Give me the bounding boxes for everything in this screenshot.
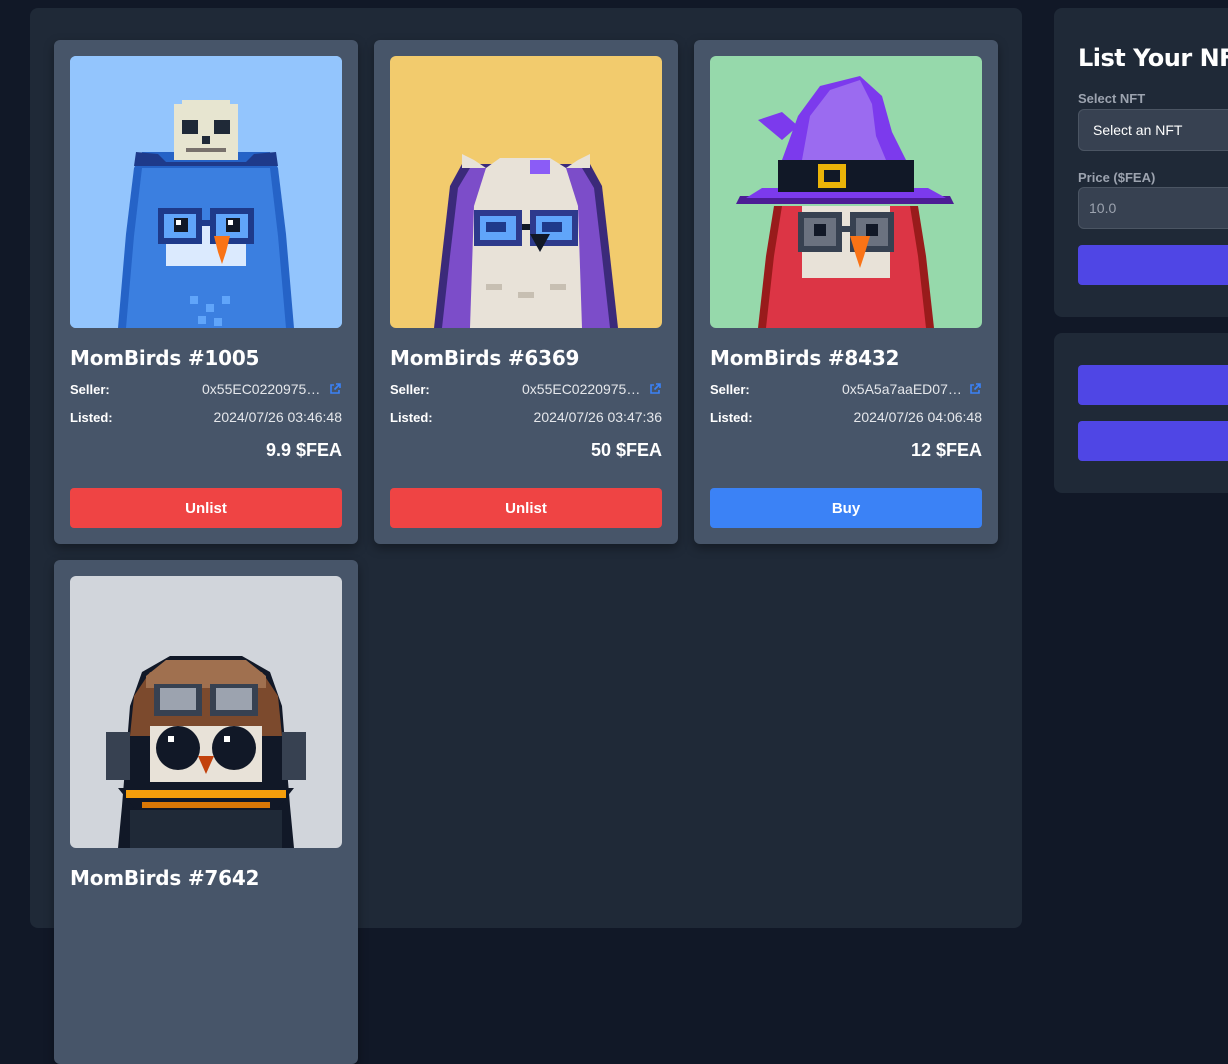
listed-date: 2024/07/26 04:06:48: [853, 409, 982, 425]
seller-label: Seller:: [390, 382, 430, 397]
owl-blue-skull-image: [70, 56, 342, 328]
listed-label: Listed:: [70, 410, 113, 425]
list-nft-button[interactable]: [1078, 245, 1228, 285]
nft-name: MomBirds #7642: [70, 866, 260, 890]
unlist-button[interactable]: Unlist: [70, 488, 342, 528]
seller-address[interactable]: 0x55EC0220975fF...: [202, 381, 342, 397]
nft-price: 50 $FEA: [590, 440, 662, 460]
action-button-2[interactable]: [1078, 421, 1228, 461]
seller-address[interactable]: 0x5A5a7aaED072...: [842, 381, 982, 397]
seller-address-text: 0x55EC0220975fF...: [522, 381, 644, 397]
owl-white-purple-image: [390, 56, 662, 328]
owl-aviator-image: [70, 576, 342, 848]
nft-image[interactable]: [710, 56, 982, 328]
listed-date: 2024/07/26 03:46:48: [213, 409, 342, 425]
nft-image[interactable]: [70, 576, 342, 848]
marketplace-panel: MomBirds #1005 Seller: 0x55EC0220975fF..…: [30, 8, 1022, 1064]
nft-name: MomBirds #8432: [710, 346, 900, 370]
listed-label: Listed:: [390, 410, 433, 425]
actions-panel: [1054, 333, 1228, 493]
seller-address-text: 0x5A5a7aaED072...: [842, 381, 964, 397]
price-label: Price ($FEA): [1078, 170, 1156, 185]
seller-address[interactable]: 0x55EC0220975fF...: [522, 381, 662, 397]
external-link-icon[interactable]: [648, 382, 662, 396]
unlist-button[interactable]: Unlist: [390, 488, 662, 528]
listed-label: Listed:: [710, 410, 753, 425]
list-nft-panel: List Your NFT Select NFT Select an NFT P…: [1054, 8, 1228, 317]
buy-button[interactable]: Buy: [710, 488, 982, 528]
nft-name: MomBirds #6369: [390, 346, 580, 370]
nft-name: MomBirds #1005: [70, 346, 260, 370]
action-button-1[interactable]: [1078, 365, 1228, 405]
seller-label: Seller:: [70, 382, 110, 397]
nft-card: MomBirds #8432 Seller: 0x5A5a7aaED072...…: [694, 40, 998, 544]
nft-price: 12 $FEA: [910, 440, 982, 460]
nft-card: MomBirds #6369 Seller: 0x55EC0220975fF..…: [374, 40, 678, 544]
price-input[interactable]: 10.0: [1078, 187, 1228, 229]
select-nft-dropdown[interactable]: Select an NFT: [1078, 109, 1228, 151]
listed-date: 2024/07/26 03:47:36: [533, 409, 662, 425]
nft-image[interactable]: [70, 56, 342, 328]
seller-address-text: 0x55EC0220975fF...: [202, 381, 324, 397]
select-nft-label: Select NFT: [1078, 91, 1146, 106]
external-link-icon[interactable]: [328, 382, 342, 396]
list-nft-title: List Your NFT: [1078, 44, 1228, 72]
nft-image[interactable]: [390, 56, 662, 328]
owl-red-wizard-image: [710, 56, 982, 328]
nft-card: MomBirds #1005 Seller: 0x55EC0220975fF..…: [54, 40, 358, 544]
seller-label: Seller:: [710, 382, 750, 397]
external-link-icon[interactable]: [968, 382, 982, 396]
nft-card: MomBirds #7642: [54, 560, 358, 1064]
nft-price: 9.9 $FEA: [265, 440, 342, 460]
